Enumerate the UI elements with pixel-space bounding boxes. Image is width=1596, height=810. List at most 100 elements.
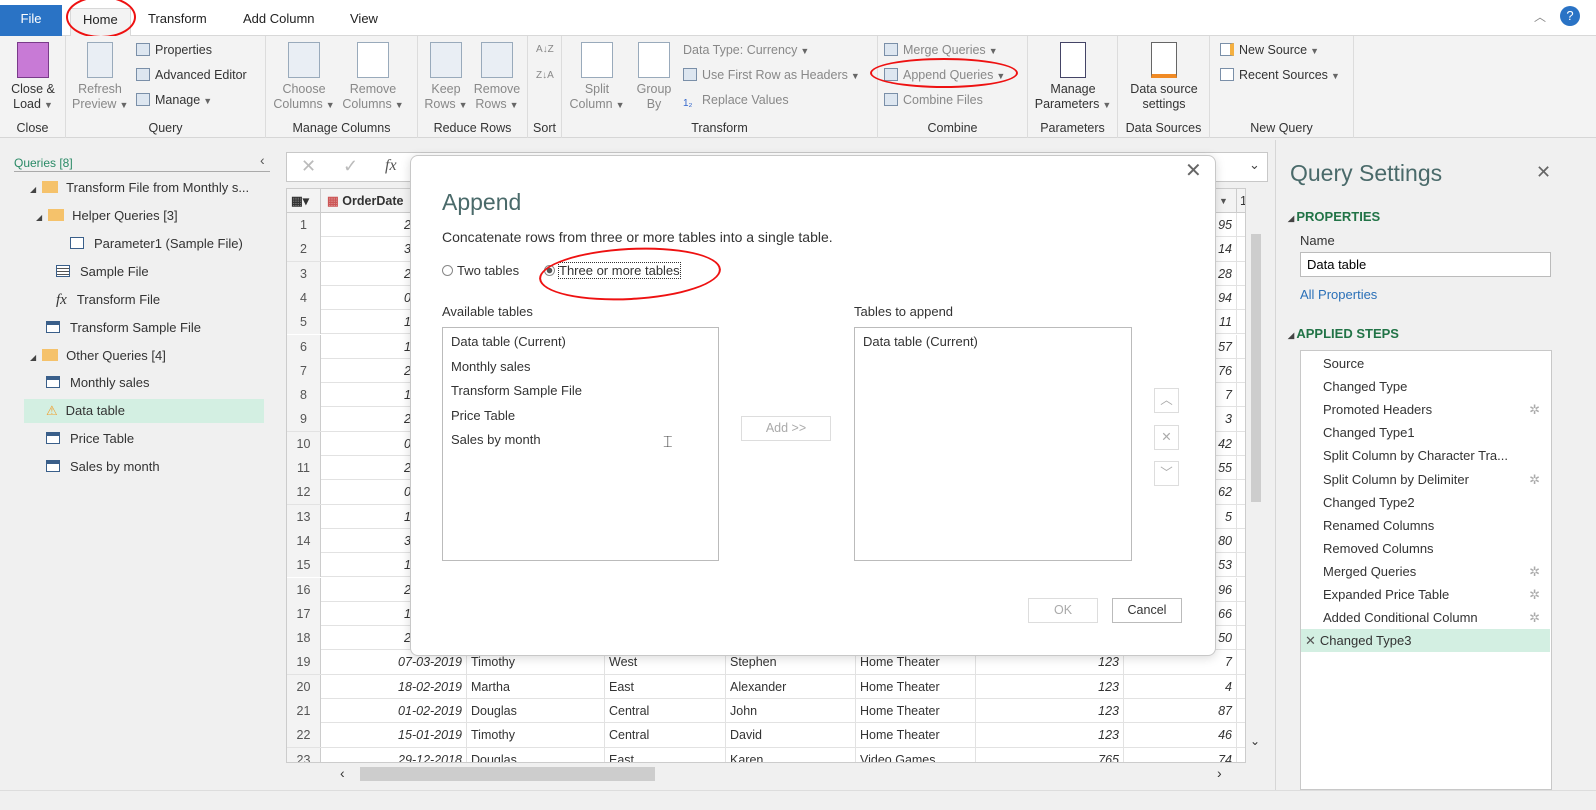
gear-icon[interactable]: ✲ <box>1529 583 1540 606</box>
cell-category[interactable]: Home Theater <box>856 699 976 723</box>
expand-triangle-icon[interactable]: ◢ <box>30 346 36 370</box>
query-item[interactable]: Price Table <box>0 427 270 451</box>
data-type-dropdown[interactable]: Data Type: Currency ▼ <box>683 40 809 60</box>
cell-price[interactable]: 765 <box>976 747 1124 762</box>
cell-quantity[interactable]: 87 <box>1124 699 1237 723</box>
sort-descending-button[interactable]: Z↓A <box>536 66 554 86</box>
query-item[interactable]: Transform Sample File <box>0 316 270 340</box>
cell-orderdate[interactable]: 15-01-2019 <box>321 723 467 748</box>
remove-rows-button[interactable]: Remove Rows ▼ <box>470 42 524 113</box>
collapse-ribbon-icon[interactable]: ︿ <box>1534 8 1546 25</box>
table-list-item[interactable]: Price Table <box>443 404 718 429</box>
row-number[interactable]: 22 <box>287 723 321 748</box>
row-number[interactable]: 13 <box>287 504 321 529</box>
query-item[interactable]: ◢ Helper Queries [3] <box>0 204 270 228</box>
expand-triangle-icon[interactable]: ◢ <box>30 178 36 202</box>
column-filter-icon[interactable]: ▼ <box>1213 189 1237 213</box>
split-column-button[interactable]: Split Column ▼ <box>568 42 626 113</box>
row-number[interactable]: 6 <box>287 334 321 359</box>
query-item[interactable]: fx Transform File <box>0 288 270 312</box>
row-number[interactable]: 21 <box>287 699 321 723</box>
close-pane-icon[interactable]: ✕ <box>1536 162 1551 183</box>
row-number[interactable]: 17 <box>287 601 321 626</box>
gear-icon[interactable]: ✲ <box>1529 606 1540 629</box>
cell-salesperson[interactable]: Douglas <box>467 699 605 723</box>
add-button[interactable]: Add >> <box>741 416 831 441</box>
applied-step[interactable]: ✕ Changed Type3 <box>1301 629 1550 653</box>
row-number[interactable]: 11 <box>287 456 321 480</box>
table-list-item[interactable]: Monthly sales <box>443 355 718 380</box>
applied-step[interactable]: Removed Columns <box>1301 537 1550 560</box>
cell-orderdate[interactable]: 1 <box>321 383 411 407</box>
row-number[interactable]: 1 <box>287 213 321 237</box>
dialog-close-icon[interactable]: ✕ <box>1185 158 1202 183</box>
cell-orderdate[interactable]: 1 <box>321 602 411 626</box>
scroll-right-icon[interactable]: › <box>1217 765 1222 781</box>
cell-orderdate[interactable]: 3 <box>321 237 411 261</box>
gear-icon[interactable]: ✲ <box>1529 398 1540 421</box>
scroll-left-icon[interactable]: ‹ <box>340 765 345 781</box>
recent-sources-button[interactable]: Recent Sources ▼ <box>1220 65 1340 85</box>
use-first-row-button[interactable]: Use First Row as Headers ▼ <box>683 65 860 85</box>
new-source-button[interactable]: New Source ▼ <box>1220 40 1319 60</box>
cell-orderdate[interactable]: 2 <box>321 407 411 431</box>
vertical-scrollbar[interactable]: ⌄ <box>1246 212 1266 762</box>
cell-quantity[interactable]: 46 <box>1124 723 1237 748</box>
keep-rows-button[interactable]: Keep Rows ▼ <box>422 42 470 113</box>
cell-quantity[interactable]: 4 <box>1124 674 1237 699</box>
applied-step[interactable]: Changed Type <box>1301 375 1550 398</box>
scroll-thumb[interactable] <box>360 767 655 781</box>
row-number[interactable]: 23 <box>287 747 321 762</box>
cell-customer[interactable]: Alexander <box>726 674 856 699</box>
cell-orderdate[interactable]: 1 <box>321 335 411 359</box>
cell-orderdate[interactable]: 1 <box>321 505 411 529</box>
query-item[interactable]: Monthly sales <box>0 371 270 395</box>
cell-salesperson[interactable]: Douglas <box>467 747 605 762</box>
cell-salesperson[interactable]: Timothy <box>467 723 605 748</box>
commit-icon[interactable]: ✓ <box>343 156 358 177</box>
row-number[interactable]: 9 <box>287 407 321 432</box>
cell-orderdate[interactable]: 2 <box>321 359 411 383</box>
query-item[interactable]: ◢ Other Queries [4] <box>0 344 270 368</box>
sort-ascending-button[interactable]: A↓Z <box>536 40 554 60</box>
scroll-thumb[interactable] <box>1251 234 1261 502</box>
applied-step[interactable]: Renamed Columns <box>1301 514 1550 537</box>
cell-orderdate[interactable]: 3 <box>321 529 411 553</box>
delete-step-icon[interactable]: ✕ <box>1305 633 1316 648</box>
applied-step[interactable]: Promoted Headers ✲ <box>1301 398 1550 421</box>
table-list-item[interactable]: Data table (Current) <box>855 330 1131 355</box>
cell-orderdate[interactable]: 2 <box>321 213 411 237</box>
cell-orderdate[interactable]: 2 <box>321 456 411 480</box>
expand-formula-icon[interactable]: ⌄ <box>1249 157 1260 173</box>
cell-orderdate[interactable]: 01-02-2019 <box>321 699 467 723</box>
properties-section[interactable]: ◢ PROPERTIES <box>1288 209 1380 224</box>
cell-orderdate[interactable]: 2 <box>321 626 411 650</box>
manage-button[interactable]: Manage ▼ <box>136 90 212 110</box>
row-number[interactable]: 19 <box>287 650 321 675</box>
cell-region[interactable]: East <box>605 747 726 762</box>
cell-customer[interactable]: Karen <box>726 747 856 762</box>
cell-region[interactable]: Central <box>605 699 726 723</box>
applied-step[interactable]: Merged Queries ✲ <box>1301 560 1550 583</box>
tab-add-column[interactable]: Add Column <box>231 8 327 36</box>
applied-step[interactable]: Split Column by Delimiter ✲ <box>1301 468 1550 491</box>
applied-step[interactable]: Split Column by Character Tra... <box>1301 444 1550 467</box>
combine-files-button[interactable]: Combine Files <box>884 90 983 110</box>
query-name-input[interactable] <box>1300 252 1551 277</box>
available-tables-list[interactable]: Data table (Current) Monthly sales Transfo… <box>442 327 719 561</box>
column-header-type[interactable]: 1.2 <box>1237 189 1245 213</box>
tab-file[interactable]: File <box>0 5 62 36</box>
row-number[interactable]: 12 <box>287 480 321 505</box>
manage-parameters-button[interactable]: Manage Parameters ▼ <box>1032 42 1114 113</box>
cancel-button[interactable]: Cancel <box>1112 598 1182 623</box>
cell-orderdate[interactable]: 0 <box>321 286 411 310</box>
cell-orderdate[interactable]: 18-02-2019 <box>321 674 467 699</box>
all-properties-link[interactable]: All Properties <box>1300 287 1377 302</box>
help-icon[interactable]: ? <box>1560 6 1580 26</box>
replace-values-button[interactable]: 1₂ Replace Values <box>683 90 789 110</box>
applied-step[interactable]: Source <box>1301 352 1550 375</box>
row-number[interactable]: 15 <box>287 553 321 578</box>
gear-icon[interactable]: ✲ <box>1529 468 1540 491</box>
cell-region[interactable]: East <box>605 674 726 699</box>
row-number[interactable]: 18 <box>287 626 321 651</box>
